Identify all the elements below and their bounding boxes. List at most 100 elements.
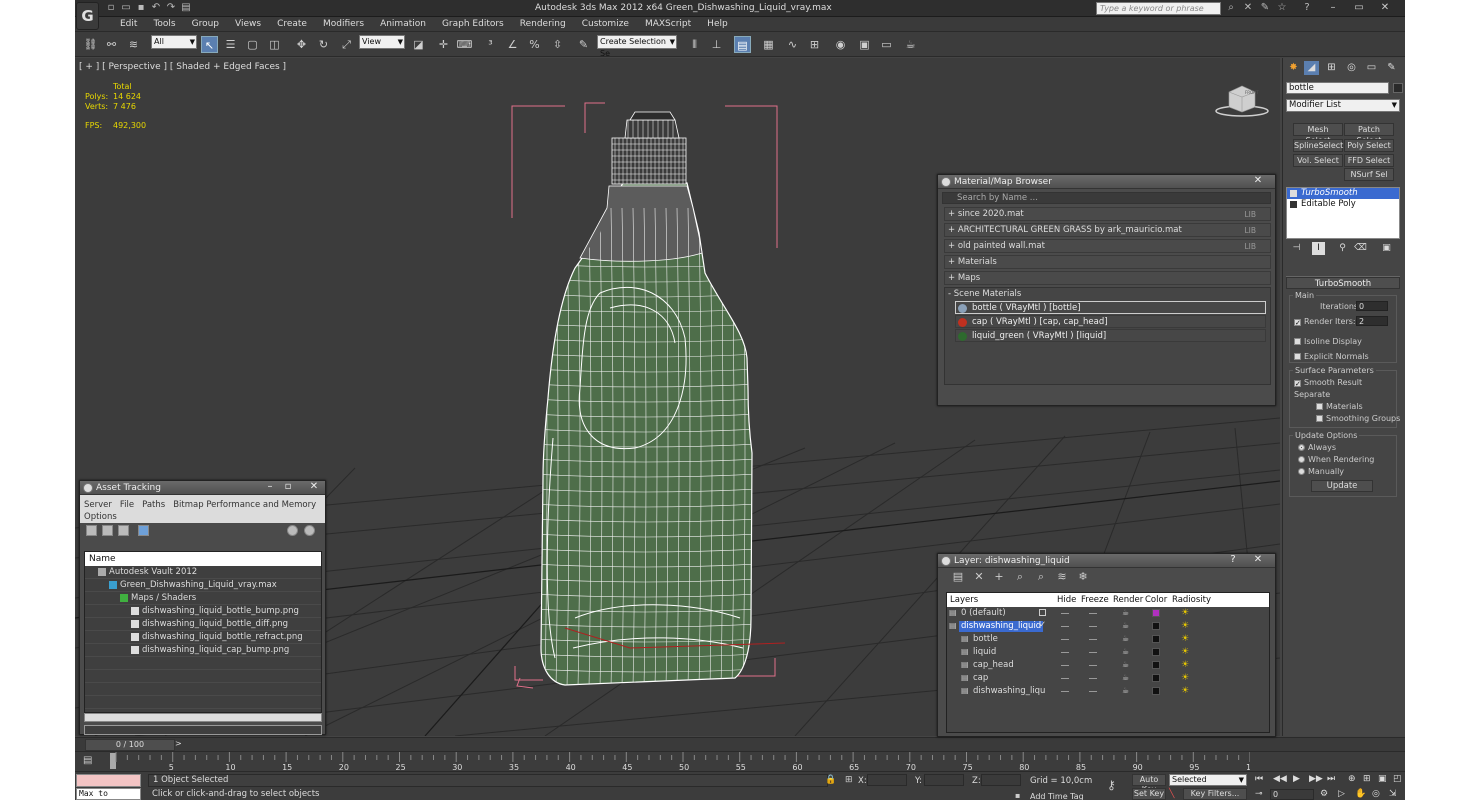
key-filters-button[interactable]: Key Filters... (1183, 788, 1247, 800)
pivot-center-icon[interactable]: ◪ (410, 36, 427, 53)
layer-color-swatch[interactable] (1152, 635, 1160, 643)
maximize-icon[interactable]: ▭ (1346, 1, 1372, 15)
create-layer-icon[interactable]: ▤ (952, 571, 964, 583)
help-icon[interactable] (287, 525, 298, 536)
bind-space-warp-icon[interactable]: ≋ (125, 36, 142, 53)
isoline-checkbox[interactable] (1294, 338, 1301, 345)
hide-toggle[interactable] (1061, 626, 1069, 627)
freeze-toggle[interactable] (1089, 678, 1097, 679)
selection-filter-dropdown[interactable]: All ▼ (151, 35, 197, 49)
menu-animation[interactable]: Animation (372, 18, 434, 31)
lock-selection-icon[interactable]: 🔒 (825, 775, 836, 785)
list-item[interactable]: dishwashing_liquid_bottle_diff.png (85, 618, 321, 631)
application-button[interactable]: G (76, 2, 99, 30)
lightbulb-icon[interactable] (1290, 190, 1297, 197)
rectangular-selection-icon[interactable]: ▢ (244, 36, 261, 53)
tools-icon[interactable]: ✕ (1242, 2, 1254, 14)
list-item[interactable]: dishwashing_liquid_bottle_bump.png (85, 605, 321, 618)
freeze-toggle[interactable] (1089, 652, 1097, 653)
zoom-icon[interactable]: ⊕ (1348, 774, 1356, 784)
stack-item-editable-poly[interactable]: Editable Poly (1287, 199, 1399, 210)
menu-graph-editors[interactable]: Graph Editors (434, 18, 512, 31)
keyboard-shortcut-override-icon[interactable]: ⌨ (456, 36, 473, 53)
render-iters-checkbox[interactable]: ✓ (1294, 319, 1301, 327)
graphite-tools-icon[interactable]: ▦ (760, 36, 777, 53)
radiosity-icon[interactable]: ☀ (1181, 647, 1189, 657)
radiosity-icon[interactable]: ☀ (1181, 660, 1189, 670)
list-view-icon[interactable] (102, 525, 113, 536)
add-time-tag[interactable]: Add Time Tag (1030, 792, 1084, 800)
modifier-set-button[interactable]: Patch Select (1344, 123, 1394, 145)
modify-tab-icon[interactable]: ◢ (1304, 61, 1319, 75)
material-editor-icon[interactable]: ◉ (832, 36, 849, 53)
close-icon[interactable]: ✕ (1248, 554, 1268, 567)
highlight-layer-icon[interactable]: ⌕ (1035, 571, 1047, 583)
next-frame-icon[interactable]: ▶▶ (1309, 774, 1323, 784)
maxscript-listener-output[interactable] (76, 774, 141, 787)
layer-row[interactable]: ▤ bottle ☕ ☀ (947, 633, 1269, 646)
go-to-end-icon[interactable]: ⏭ (1327, 774, 1335, 784)
align-icon[interactable]: ⊥ (708, 36, 725, 53)
object-color-swatch[interactable] (1393, 83, 1403, 93)
list-item[interactable]: Green_Dishwashing_Liquid_vray.max (85, 579, 321, 592)
layer-row[interactable]: ▤ liquid ☕ ☀ (947, 646, 1269, 659)
layer-row[interactable]: ▤ 0 (default) ☕ ☀ (947, 607, 1269, 620)
binoculars-icon[interactable]: ⌕ (1225, 2, 1237, 14)
horizontal-scrollbar[interactable] (84, 713, 322, 722)
zoom-all-icon[interactable]: ⊞ (1363, 774, 1371, 784)
freeze-all-layers-icon[interactable]: ❄ (1077, 571, 1089, 583)
track-bar[interactable]: ▤ 5 10 15 20 25 30 35 40 45 50 55 60 65 70 75 80 85 90 95 1… (75, 751, 1405, 772)
minimize-icon[interactable]: – (1320, 1, 1346, 15)
modifier-set-button[interactable]: FFD Select (1344, 154, 1394, 167)
render-setup-icon[interactable]: ▣ (856, 36, 873, 53)
when-rendering-radio[interactable] (1298, 456, 1305, 463)
asset-path-field[interactable] (84, 725, 322, 735)
make-unique-icon[interactable]: ⚲ (1336, 242, 1349, 255)
hierarchy-tab-icon[interactable]: ⊞ (1324, 61, 1339, 75)
render-teapot-icon[interactable]: ☕ (1122, 634, 1129, 643)
menu-maxscript[interactable]: MAXScript (637, 18, 699, 31)
scene-materials-header[interactable]: - Scene Materials (945, 288, 1270, 300)
settings-icon[interactable] (304, 525, 315, 536)
layer-row[interactable]: ▤ cap ☕ ☀ (947, 672, 1269, 685)
modifier-set-button[interactable]: Poly Select (1344, 139, 1394, 152)
pan-view-icon[interactable]: ✋ (1355, 789, 1366, 799)
menu-rendering[interactable]: Rendering (512, 18, 574, 31)
render-teapot-icon[interactable]: ☕ (1122, 647, 1129, 656)
pin-stack-icon[interactable]: ⊣ (1290, 242, 1303, 255)
layer-color-swatch[interactable] (1152, 674, 1160, 682)
absolute-mode-icon[interactable]: ⊞ (845, 775, 853, 785)
asset-menu-server[interactable]: Server (84, 500, 112, 510)
y-coordinate-field[interactable] (924, 774, 964, 786)
modifier-set-button[interactable]: Mesh Select (1293, 123, 1343, 145)
layer-name[interactable]: dishwashing_liqu (971, 686, 1047, 697)
display-tab-icon[interactable]: ▭ (1364, 61, 1379, 75)
link-icon[interactable]: ⛓ (82, 36, 99, 53)
hide-toggle[interactable] (1061, 613, 1069, 614)
scene-material-item[interactable]: liquid_green ( VRayMtl ) [liquid] (955, 329, 1266, 342)
project-folder-icon[interactable]: ▤ (180, 2, 192, 14)
list-item[interactable]: dishwashing_liquid_cap_bump.png (85, 644, 321, 657)
modifier-set-button[interactable]: SplineSelect (1293, 139, 1343, 152)
orbit-icon[interactable]: ◎ (1372, 789, 1380, 799)
search-input[interactable]: Type a keyword or phrase (1096, 2, 1221, 15)
col-layers[interactable]: Layers (950, 595, 978, 605)
remove-modifier-icon[interactable]: ⌫ (1354, 242, 1367, 255)
time-config-icon[interactable]: ⚙ (1320, 789, 1328, 799)
render-teapot-icon[interactable]: ☕ (1122, 608, 1129, 617)
select-scale-icon[interactable]: ⤢ (338, 36, 355, 53)
open-file-icon[interactable]: ▭ (120, 2, 132, 14)
radiosity-icon[interactable]: ☀ (1181, 621, 1189, 631)
hide-toggle[interactable] (1061, 665, 1069, 666)
angle-snap-icon[interactable]: ∠ (504, 36, 521, 53)
expand-icon[interactable] (1290, 201, 1297, 208)
zoom-extents-icon[interactable]: ▣ (1378, 774, 1387, 784)
radiosity-icon[interactable]: ☀ (1181, 686, 1189, 696)
table-view-icon[interactable] (138, 525, 149, 536)
material-library-row[interactable]: + since 2020.mat LIB (944, 207, 1271, 221)
radiosity-icon[interactable]: ☀ (1181, 608, 1189, 618)
unlink-icon[interactable]: ⚯ (103, 36, 120, 53)
layer-manager-icon[interactable]: ▤ (734, 36, 751, 53)
active-layer-box[interactable] (1039, 609, 1046, 616)
iterations-spinner[interactable]: 0 (1356, 301, 1388, 311)
